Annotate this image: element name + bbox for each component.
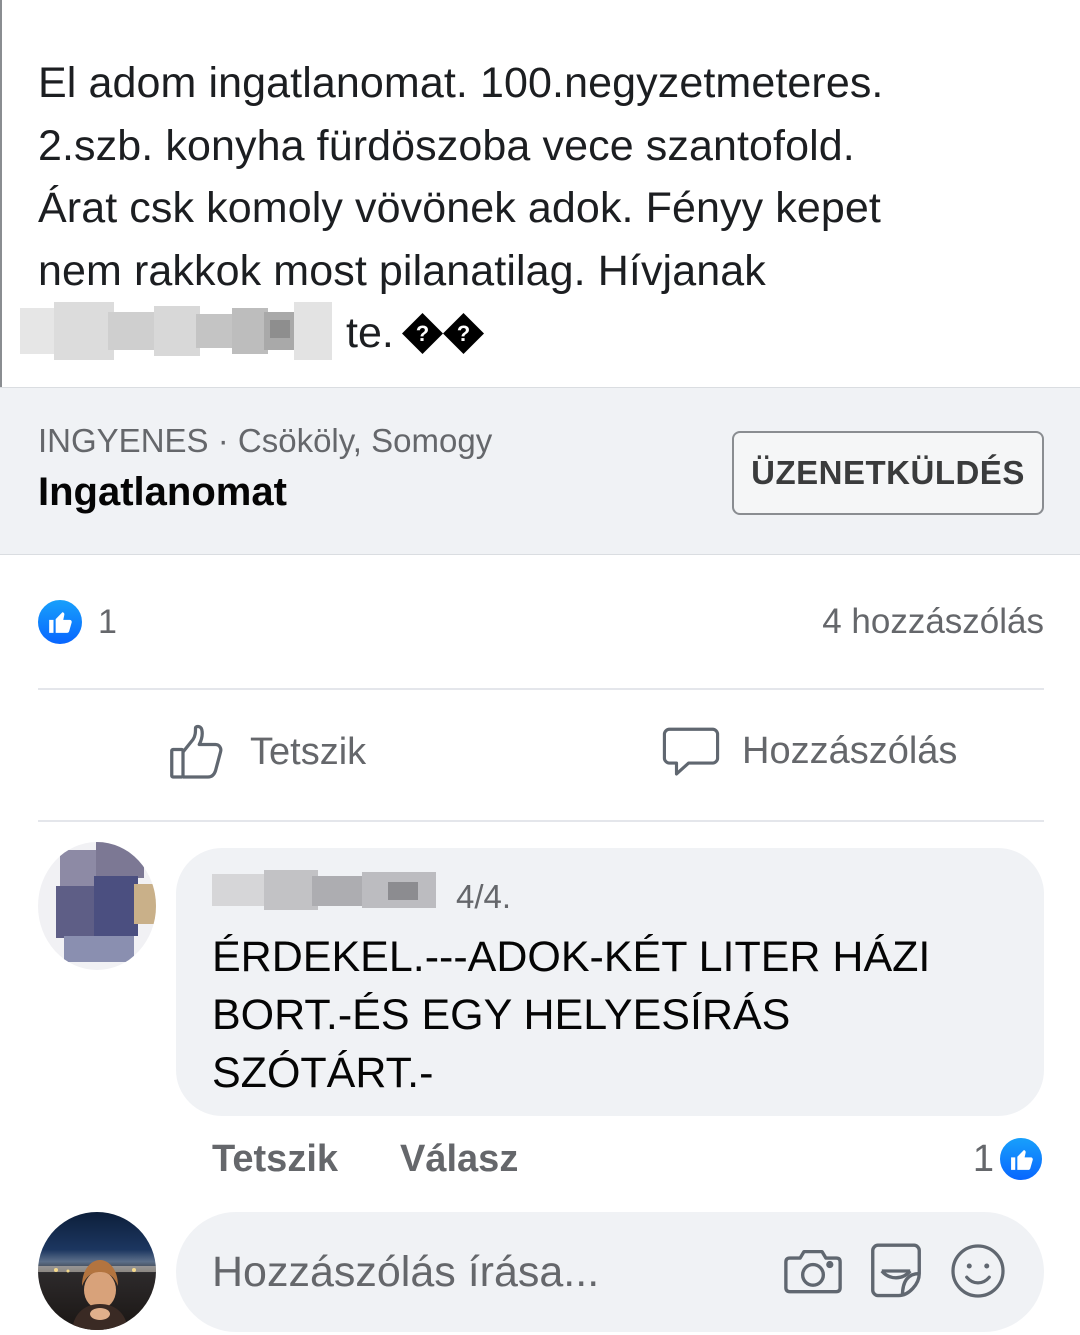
comment-date: 4/4. — [456, 878, 512, 915]
comment-input-placeholder: Hozzászólás írása... — [212, 1248, 600, 1296]
comment-reply-button[interactable]: Válasz — [400, 1138, 518, 1181]
listing-price: INGYENES — [38, 422, 209, 459]
post-line: 2.szb. konyha fürdöszoba vece szantofold… — [38, 121, 855, 170]
comment-line: BORT.-ÉS EGY HELYESÍRÁS — [212, 991, 791, 1039]
comment-text: ÉRDEKEL.---ADOK-KÉT LITER HÁZI BORT.-ÉS … — [212, 928, 1012, 1102]
card-border — [0, 0, 2, 390]
comment-button[interactable]: Hozzászólás — [662, 722, 957, 780]
redacted-commenter-name — [212, 870, 436, 910]
send-message-button[interactable]: ÜZENETKÜLDÉS — [732, 431, 1044, 515]
replacement-char-icon: ? — [401, 312, 443, 354]
marketplace-listing-bar: INGYENES · Csököly, Somogy Ingatlanomat … — [0, 387, 1080, 555]
comment-reaction-summary[interactable]: 1 — [973, 1136, 1044, 1182]
emoji-icon[interactable] — [948, 1241, 1008, 1301]
meta-separator: · — [217, 422, 229, 459]
like-icon — [36, 598, 84, 646]
post-line: nem rakkok most pilanatilag. Hívjanak — [38, 246, 766, 295]
comment-line: ÉRDEKEL.---ADOK-KÉT LITER HÁZI — [212, 933, 931, 981]
divider — [38, 820, 1044, 822]
composer-tools — [760, 1240, 1008, 1302]
divider — [38, 688, 1044, 690]
sticker-icon[interactable] — [866, 1240, 926, 1302]
post-last-line: te. ? ? — [346, 302, 484, 364]
like-count: 1 — [98, 602, 117, 641]
listing-meta: INGYENES · Csököly, Somogy — [38, 422, 492, 460]
thumbs-up-outline-icon — [170, 724, 223, 779]
post-line-end: te. — [346, 309, 394, 357]
like-button[interactable]: Tetszik — [168, 722, 366, 782]
listing-location: Csököly, Somogy — [237, 422, 493, 459]
replacement-char-icon: ? — [442, 312, 484, 354]
comment-bubble[interactable]: 4/4. ÉRDEKEL.---ADOK-KÉT LITER HÁZI BORT… — [176, 848, 1044, 1116]
comment-count-link[interactable]: 4 hozzászólás — [822, 602, 1044, 642]
listing-title: Ingatlanomat — [38, 470, 287, 514]
speech-bubble-icon — [662, 727, 720, 776]
camera-icon[interactable] — [782, 1240, 844, 1302]
redacted-phone-number — [20, 302, 332, 360]
like-button-label: Tetszik — [250, 730, 367, 773]
comment-line: SZÓTÁRT.- — [212, 1049, 434, 1097]
cropped-previous-line — [160, 0, 720, 8]
comment-button-label: Hozzászólás — [742, 729, 958, 772]
comment-like-button[interactable]: Tetszik — [212, 1138, 338, 1181]
post-line: Árat csk komoly vövönek adok. Fényy kepe… — [38, 184, 881, 232]
comment-actions: Tetszik Válasz — [212, 1138, 580, 1181]
comment-composer[interactable]: Hozzászólás írása... — [176, 1212, 1044, 1332]
post-body: El adom ingatlanomat. 100.negyzetmeteres… — [38, 52, 1048, 302]
comment-like-count: 1 — [972, 1137, 994, 1180]
post-line: El adom ingatlanomat. 100.negyzetmeteres… — [38, 59, 884, 107]
current-user-avatar[interactable] — [38, 1212, 156, 1330]
reaction-summary[interactable]: 1 — [36, 598, 117, 646]
avatar[interactable] — [38, 842, 156, 970]
like-icon — [998, 1136, 1044, 1182]
